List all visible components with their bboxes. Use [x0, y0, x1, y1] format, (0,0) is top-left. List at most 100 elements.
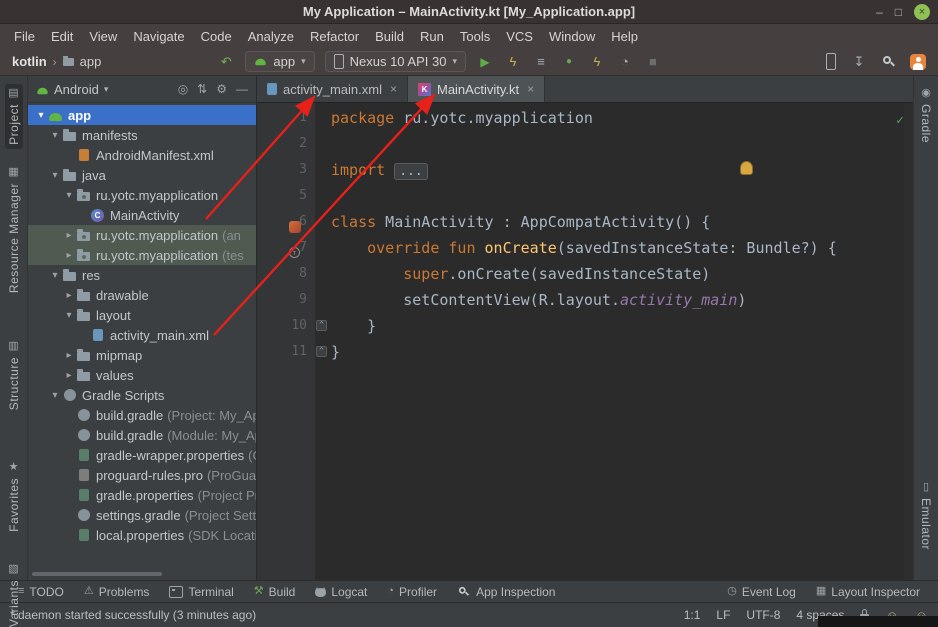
sdk-manager-icon[interactable]: ↧	[850, 54, 868, 70]
menu-help[interactable]: Help	[603, 29, 646, 44]
run-config-dropdown[interactable]: app ▾	[245, 51, 314, 72]
menu-view[interactable]: View	[81, 29, 125, 44]
tool-tab-favorites[interactable]: ★Favorites	[5, 458, 23, 536]
tool-tab-resource-manager[interactable]: ▦Resource Manager	[5, 163, 23, 297]
editor-tab-activity-main-xml[interactable]: activity_main.xml×	[257, 76, 408, 102]
tree-item-manifests[interactable]: ▾manifests	[28, 125, 256, 145]
tree-item-mainactivity[interactable]: CMainActivity	[28, 205, 256, 225]
chevron-expanded-icon[interactable]: ▾	[62, 310, 76, 321]
caret-position[interactable]: 1:1	[684, 608, 701, 622]
chevron-collapsed-icon[interactable]: ▸	[62, 230, 76, 241]
tool-tab-gradle[interactable]: ◉Gradle	[917, 84, 935, 147]
stop-button[interactable]: ■	[644, 54, 662, 69]
menu-tools[interactable]: Tools	[452, 29, 498, 44]
toolwindow-terminal[interactable]: Terminal	[161, 581, 241, 603]
chevron-expanded-icon[interactable]: ▾	[34, 110, 48, 121]
gear-icon[interactable]: ⚙	[216, 82, 227, 96]
override-gutter-icon[interactable]: ↑	[289, 247, 300, 258]
device-manager-icon[interactable]	[826, 53, 836, 70]
close-tab-icon[interactable]: ×	[527, 82, 534, 96]
apply-code-changes-icon[interactable]: ϟ	[588, 54, 606, 69]
tool-tab-structure[interactable]: ▥Structure	[5, 337, 23, 414]
chevron-collapsed-icon[interactable]: ▸	[62, 350, 76, 361]
tree-item-local-properties[interactable]: local.properties(SDK Locatio	[28, 525, 256, 545]
toolwindow-problems[interactable]: ⚠Problems	[76, 581, 158, 603]
sync-project-icon[interactable]: ↶	[217, 54, 235, 70]
horizontal-scrollbar[interactable]	[32, 572, 162, 576]
menu-run[interactable]: Run	[412, 29, 452, 44]
locate-file-icon[interactable]: ◎	[178, 82, 188, 96]
intention-bulb-icon[interactable]	[740, 161, 753, 175]
run-button[interactable]: ▶	[476, 55, 494, 69]
toolwindow-build[interactable]: ⚒Build	[246, 581, 304, 603]
menu-navigate[interactable]: Navigate	[125, 29, 192, 44]
tree-item-mipmap[interactable]: ▸mipmap	[28, 345, 256, 365]
run-tasks-icon[interactable]: ≡	[532, 54, 550, 69]
tree-item-androidmanifest-xml[interactable]: AndroidManifest.xml	[28, 145, 256, 165]
chevron-collapsed-icon[interactable]: ▸	[62, 290, 76, 301]
tree-item-ru-yotc-myapplication[interactable]: ▾ru.yotc.myapplication	[28, 185, 256, 205]
menu-vcs[interactable]: VCS	[498, 29, 541, 44]
tree-item-ru-yotc-myapplication[interactable]: ▸ru.yotc.myapplication(an	[28, 225, 256, 245]
tree-item-gradle-wrapper-properties[interactable]: gradle-wrapper.properties(Gr	[28, 445, 256, 465]
toolwindow-app-inspection[interactable]: App Inspection	[449, 581, 563, 603]
menu-code[interactable]: Code	[193, 29, 240, 44]
title-bar[interactable]: My Application – MainActivity.kt [My_App…	[0, 0, 938, 24]
minimize-button[interactable]: –	[876, 6, 883, 18]
toolwindow-layout-inspector[interactable]: ▦Layout Inspector	[808, 581, 928, 603]
close-tab-icon[interactable]: ×	[390, 82, 397, 96]
file-encoding[interactable]: UTF-8	[746, 608, 780, 622]
editor-scrollbar[interactable]	[904, 103, 913, 580]
chevron-expanded-icon[interactable]: ▾	[62, 190, 76, 201]
chevron-expanded-icon[interactable]: ▾	[48, 130, 62, 141]
tree-item-values[interactable]: ▸values	[28, 365, 256, 385]
tree-item-res[interactable]: ▾res	[28, 265, 256, 285]
tree-item-activity-main-xml[interactable]: activity_main.xml	[28, 325, 256, 345]
line-separator[interactable]: LF	[716, 608, 730, 622]
tree-item-gradle-scripts[interactable]: ▾Gradle Scripts	[28, 385, 256, 405]
collapse-all-icon[interactable]: ⇅	[197, 82, 207, 96]
tree-item-drawable[interactable]: ▸drawable	[28, 285, 256, 305]
toolwindow-event-log[interactable]: ◷Event Log	[719, 581, 804, 603]
menu-refactor[interactable]: Refactor	[302, 29, 367, 44]
breadcrumb-module[interactable]: kotlin	[12, 54, 47, 69]
toolwindow-logcat[interactable]: Logcat	[307, 581, 375, 603]
tree-item-app[interactable]: ▾app	[28, 105, 256, 125]
tree-item-settings-gradle[interactable]: settings.gradle(Project Setti	[28, 505, 256, 525]
tree-item-proguard-rules-pro[interactable]: proguard-rules.pro(ProGuar	[28, 465, 256, 485]
tree-item-gradle-properties[interactable]: gradle.properties(Project Pr	[28, 485, 256, 505]
tree-item-layout[interactable]: ▾layout	[28, 305, 256, 325]
menu-window[interactable]: Window	[541, 29, 603, 44]
class-gutter-icon[interactable]	[289, 221, 301, 233]
menu-analyze[interactable]: Analyze	[240, 29, 302, 44]
chevron-expanded-icon[interactable]: ▾	[48, 170, 62, 181]
tree-item-java[interactable]: ▾java	[28, 165, 256, 185]
project-view-selector[interactable]: Android	[54, 82, 99, 97]
menu-edit[interactable]: Edit	[43, 29, 81, 44]
fold-end-icon[interactable]: ^	[316, 346, 327, 357]
toolwindow-profiler[interactable]: ◔Profiler	[379, 581, 445, 603]
menu-file[interactable]: File	[6, 29, 43, 44]
search-everywhere-icon[interactable]	[882, 55, 896, 69]
tree-item-build-gradle[interactable]: build.gradle(Module: My_Ap	[28, 425, 256, 445]
fold-end-icon[interactable]: ^	[316, 320, 327, 331]
tree-item-ru-yotc-myapplication[interactable]: ▸ru.yotc.myapplication(tes	[28, 245, 256, 265]
tool-tab-build-variants[interactable]: ▧Build Variants	[5, 560, 23, 627]
menu-build[interactable]: Build	[367, 29, 412, 44]
code-editor[interactable]: 1package ru.yotc.myapplication23import .…	[257, 103, 913, 580]
debug-button[interactable]: ●	[560, 56, 578, 67]
tool-tab-project[interactable]: ▤Project	[5, 84, 23, 149]
chevron-expanded-icon[interactable]: ▾	[48, 270, 62, 281]
apply-changes-icon[interactable]: ϟ	[504, 54, 522, 69]
close-button[interactable]: ×	[914, 4, 930, 20]
breadcrumb-app[interactable]: app	[80, 54, 102, 69]
profile-button[interactable]: ◔	[616, 54, 634, 69]
user-avatar[interactable]	[910, 54, 926, 70]
tree-item-build-gradle[interactable]: build.gradle(Project: My_Ap	[28, 405, 256, 425]
chevron-collapsed-icon[interactable]: ▸	[62, 250, 76, 261]
hide-panel-icon[interactable]: —	[236, 82, 248, 96]
chevron-collapsed-icon[interactable]: ▸	[62, 370, 76, 381]
restore-button[interactable]: □	[895, 6, 902, 18]
chevron-expanded-icon[interactable]: ▾	[48, 390, 62, 401]
editor-tab-mainactivity-kt[interactable]: KMainActivity.kt×	[408, 76, 545, 102]
